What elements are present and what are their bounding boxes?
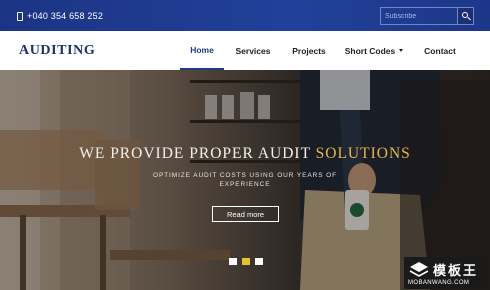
- search-button[interactable]: [458, 7, 474, 25]
- nav-contact-label: Contact: [424, 45, 456, 56]
- nav-projects-label: Projects: [292, 45, 326, 56]
- hero-headline: WE PROVIDE PROPER AUDIT SOLUTIONS: [0, 145, 490, 163]
- phone-number: +040 354 658 252: [27, 11, 104, 21]
- watermark-url: MOBANWANG.COM: [408, 280, 470, 286]
- watermark-badge: 模板王 MOBANWANG.COM: [404, 257, 486, 289]
- caret-down-icon: [399, 49, 404, 52]
- nav-projects[interactable]: Projects: [287, 31, 331, 70]
- phone-icon: [17, 11, 23, 21]
- nav-home[interactable]: Home: [180, 31, 224, 70]
- slider-dot-3[interactable]: [255, 258, 263, 265]
- subscribe-input[interactable]: [380, 7, 458, 25]
- subscribe-form: [380, 7, 474, 25]
- slider-pagination: [229, 258, 263, 265]
- hero-subline: OPTIMIZE AUDIT COSTS USING OUR YEARS OF …: [152, 172, 338, 188]
- nav-services[interactable]: Services: [231, 31, 275, 70]
- slider-dot-1[interactable]: [229, 258, 237, 265]
- slider-dot-2[interactable]: [242, 258, 250, 265]
- nav-services-label: Services: [235, 45, 271, 56]
- hero-headline-main: WE PROVIDE PROPER AUDIT: [79, 145, 316, 162]
- watermark-logo-icon: [409, 262, 429, 277]
- nav-short-codes[interactable]: Short Codes: [341, 31, 407, 70]
- top-bar: +040 354 658 252: [0, 0, 490, 31]
- site-logo[interactable]: AUDITING: [19, 43, 95, 59]
- hero-slider: WE PROVIDE PROPER AUDIT SOLUTIONS OPTIMI…: [0, 70, 490, 290]
- nav-home-label: Home: [190, 44, 214, 55]
- nav-short-codes-label: Short Codes: [344, 45, 396, 56]
- phone-contact: +040 354 658 252: [17, 10, 103, 22]
- nav-contact[interactable]: Contact: [418, 31, 462, 70]
- main-navbar: AUDITING Home Services Projects Short Co…: [0, 31, 490, 70]
- hero-headline-accent: SOLUTIONS: [315, 145, 411, 162]
- watermark-title: 模板王: [433, 264, 479, 279]
- read-more-button[interactable]: Read more: [212, 206, 279, 222]
